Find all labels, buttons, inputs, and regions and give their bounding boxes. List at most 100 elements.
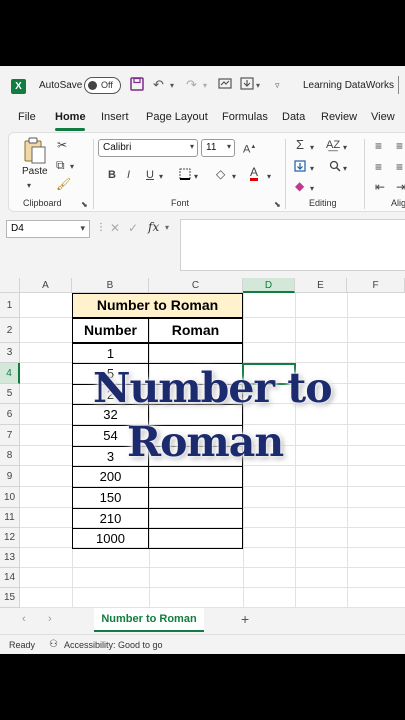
tab-view[interactable]: View <box>371 111 395 123</box>
font-name-select[interactable]: Calibri ▾ <box>98 139 198 157</box>
tab-home[interactable]: Home <box>55 111 86 123</box>
row-header-3[interactable]: 3 <box>0 343 20 363</box>
underline-button[interactable]: U <box>146 169 154 181</box>
fill-dropdown-icon[interactable]: ▾ <box>232 171 236 183</box>
roman-cell[interactable] <box>148 508 243 529</box>
roman-cell[interactable] <box>148 528 243 549</box>
number-cell[interactable]: 3 <box>72 446 149 467</box>
add-sheet-icon[interactable]: + <box>241 611 249 627</box>
undo-dropdown-icon[interactable]: ▾ <box>170 81 174 90</box>
formula-input[interactable] <box>180 219 405 271</box>
row-header-14[interactable]: 14 <box>0 568 20 588</box>
row-header-2[interactable]: 2 <box>0 318 20 343</box>
fx-dropdown-icon[interactable]: ▾ <box>165 223 169 232</box>
indent-icon[interactable]: ⇤ <box>375 181 385 193</box>
tab-file[interactable]: File <box>18 111 36 123</box>
roman-cell[interactable] <box>148 404 243 426</box>
row-header-1[interactable]: 1 <box>0 293 20 318</box>
number-cell[interactable]: 2 <box>72 384 149 405</box>
borders-icon[interactable] <box>179 168 191 182</box>
autosum-icon[interactable]: Σ <box>296 138 304 151</box>
fill-down-icon[interactable] <box>294 160 306 174</box>
tab-page-layout[interactable]: Page Layout <box>146 111 208 123</box>
font-color-button[interactable]: A <box>250 166 259 181</box>
paste-label[interactable]: Paste <box>22 166 48 177</box>
number-cell[interactable]: 54 <box>72 425 149 447</box>
import-dropdown-icon[interactable]: ▾ <box>256 81 260 90</box>
roman-cell[interactable] <box>148 343 243 364</box>
form-icon[interactable] <box>218 77 232 93</box>
cancel-icon[interactable]: ✕ <box>110 221 120 235</box>
tab-insert[interactable]: Insert <box>101 111 129 123</box>
column-header-a[interactable]: A <box>20 278 72 293</box>
header-number-cell[interactable]: Number <box>72 318 149 343</box>
font-size-select[interactable]: 11 ▾ <box>201 139 235 157</box>
align-top-icon[interactable]: ≡ <box>375 140 382 152</box>
import-icon[interactable] <box>240 77 254 93</box>
number-cell[interactable]: 1 <box>72 343 149 364</box>
number-cell[interactable]: 150 <box>72 487 149 509</box>
borders-dropdown-icon[interactable]: ▾ <box>194 171 198 183</box>
outdent-icon[interactable]: ⇥ <box>396 181 405 193</box>
find-dropdown-icon[interactable]: ▾ <box>343 163 347 175</box>
row-header-5[interactable]: 5 <box>0 384 20 404</box>
bold-button[interactable]: B <box>108 169 116 181</box>
tab-formulas[interactable]: Formulas <box>222 111 268 123</box>
row-header-9[interactable]: 9 <box>0 466 20 487</box>
fill-color-icon[interactable]: ◇ <box>216 168 225 180</box>
clear-dropdown-icon[interactable]: ▾ <box>310 183 314 195</box>
row-header-4[interactable]: 4 <box>0 363 20 384</box>
row-header-10[interactable]: 10 <box>0 487 20 508</box>
next-sheet-icon[interactable]: › <box>48 613 52 625</box>
select-all-corner[interactable] <box>0 278 20 293</box>
accessibility-status[interactable]: Accessibility: Good to go <box>64 640 163 650</box>
align-center-icon[interactable]: ≡ <box>396 161 403 173</box>
number-cell[interactable]: 1000 <box>72 528 149 549</box>
customize-toolbar-icon[interactable]: ▿ <box>275 80 280 91</box>
enter-icon[interactable]: ✓ <box>128 221 138 235</box>
roman-cell[interactable] <box>148 466 243 488</box>
number-cell[interactable]: 210 <box>72 508 149 529</box>
column-header-e[interactable]: E <box>295 278 347 293</box>
roman-cell[interactable] <box>148 363 243 385</box>
row-header-7[interactable]: 7 <box>0 425 20 446</box>
align-middle-icon[interactable]: ≡ <box>396 140 403 152</box>
copy-icon[interactable]: ⧉ <box>56 159 65 171</box>
save-icon[interactable] <box>130 77 144 94</box>
clipboard-launcher-icon[interactable]: ⬊ <box>81 199 88 211</box>
roman-cell[interactable] <box>148 446 243 467</box>
number-cell[interactable]: 5 <box>72 363 149 385</box>
font-launcher-icon[interactable]: ⬊ <box>274 199 281 211</box>
row-header-11[interactable]: 11 <box>0 508 20 528</box>
fill-down-dropdown-icon[interactable]: ▾ <box>310 163 314 175</box>
tab-data[interactable]: Data <box>282 111 305 123</box>
underline-dropdown-icon[interactable]: ▾ <box>159 171 163 183</box>
number-cell[interactable]: 200 <box>72 466 149 488</box>
header-roman-cell[interactable]: Roman <box>148 318 243 343</box>
row-header-12[interactable]: 12 <box>0 528 20 548</box>
sort-dropdown-icon[interactable]: ▾ <box>343 142 347 154</box>
paste-dropdown-icon[interactable]: ▾ <box>27 180 31 192</box>
document-name[interactable]: Learning DataWorks <box>303 80 394 91</box>
autosum-dropdown-icon[interactable]: ▾ <box>310 142 314 154</box>
sheet-tab-number-to-roman[interactable]: Number to Roman <box>94 608 204 632</box>
row-header-8[interactable]: 8 <box>0 446 20 466</box>
tab-review[interactable]: Review <box>321 111 357 123</box>
increase-font-icon[interactable]: A▲ <box>243 141 256 156</box>
row-header-6[interactable]: 6 <box>0 404 20 425</box>
undo-icon[interactable]: ↶ <box>153 77 164 93</box>
paste-icon[interactable] <box>23 137 47 167</box>
accessibility-icon[interactable]: ⚇ <box>49 639 58 650</box>
name-box[interactable]: D4 ▾ <box>6 220 90 238</box>
roman-cell[interactable] <box>148 425 243 447</box>
italic-button[interactable]: I <box>127 169 130 181</box>
number-cell[interactable]: 32 <box>72 404 149 426</box>
find-icon[interactable] <box>329 160 341 174</box>
align-left-icon[interactable]: ≡ <box>375 161 382 173</box>
column-header-f[interactable]: F <box>347 278 405 293</box>
insert-function-button[interactable]: fx <box>148 220 159 234</box>
clear-icon[interactable]: ◆ <box>295 180 304 192</box>
row-header-13[interactable]: 13 <box>0 548 20 568</box>
prev-sheet-icon[interactable]: ‹ <box>22 613 26 625</box>
column-header-c[interactable]: C <box>149 278 243 293</box>
